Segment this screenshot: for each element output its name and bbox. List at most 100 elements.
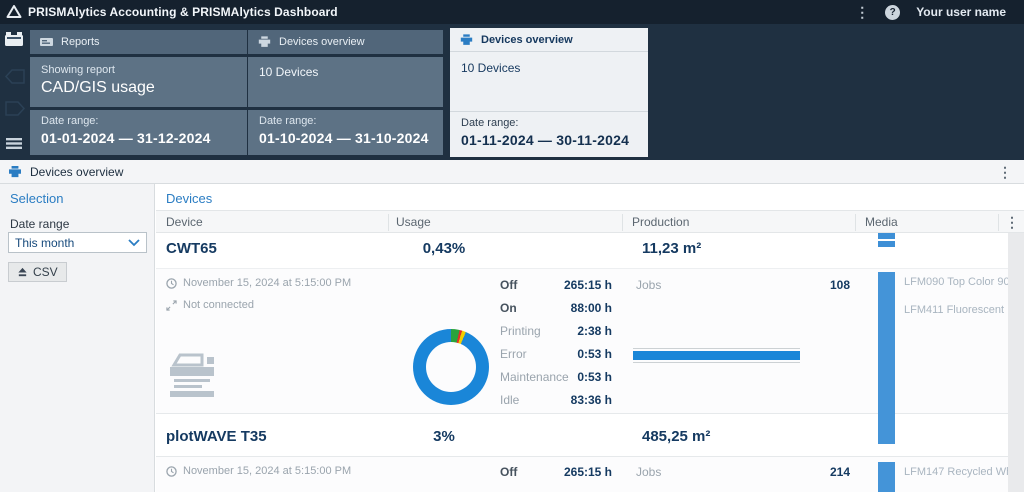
status-value: 83:36 h	[522, 393, 612, 407]
device-usage: 0,43%	[394, 240, 494, 257]
card-reports[interactable]: Reports Showing report CAD/GIS usage Dat…	[30, 30, 247, 155]
media-mini-bar	[878, 241, 895, 247]
arrow-left-icon[interactable]	[4, 68, 26, 85]
device-production: 485,25 m²	[642, 428, 710, 445]
arrow-right-icon[interactable]	[4, 100, 26, 117]
user-menu[interactable]: Your user name	[916, 5, 1006, 19]
date-range-value: 01-11-2024 — 30-11-2024	[461, 132, 637, 148]
vertical-scrollbar[interactable]	[1008, 233, 1024, 492]
hamburger-menu-icon[interactable]	[5, 137, 23, 150]
card-value: 10 Devices	[259, 65, 432, 79]
card-devices-header: Devices overview	[450, 28, 648, 52]
csv-button-label: CSV	[33, 265, 58, 279]
selection-panel: Selection Date range This month CSV	[0, 184, 155, 492]
date-range-label: Date range:	[461, 117, 637, 129]
report-icon	[40, 37, 53, 48]
help-icon[interactable]: ?	[885, 5, 900, 20]
clock-icon	[166, 466, 177, 477]
status-value: 88:00 h	[522, 301, 612, 315]
section-title: Devices overview	[30, 165, 123, 179]
column-divider	[998, 214, 999, 231]
jobs-bar-chart	[633, 348, 800, 363]
card-devices-footer: Date range: 01-10-2024 — 31-10-2024	[248, 110, 443, 155]
timestamp: November 15, 2024 at 5:15:00 PM	[183, 465, 351, 477]
date-range-label: Date range	[10, 217, 69, 231]
column-production: Production	[632, 215, 689, 229]
topbar-menu-icon[interactable]: ⋮	[855, 5, 869, 19]
date-range-select[interactable]: This month	[8, 232, 147, 253]
dashboard-strip: Reports Showing report CAD/GIS usage Dat…	[0, 24, 1024, 160]
date-range-label: Date range:	[41, 115, 236, 127]
timestamp: November 15, 2024 at 5:15:00 PM	[183, 277, 351, 289]
card-devices-header: Devices overview	[248, 30, 443, 54]
column-divider	[855, 214, 856, 231]
status-value: 2:38 h	[522, 324, 612, 338]
media-name: LFM411 Fluorescent Paper	[904, 304, 1008, 316]
card-reports-header: Reports	[30, 30, 247, 54]
status-label: Off	[500, 278, 517, 292]
jobs-label: Jobs	[636, 465, 661, 479]
column-media: Media	[865, 215, 898, 229]
status-label: Off	[500, 465, 517, 479]
column-divider	[622, 214, 623, 231]
card-title: Reports	[61, 36, 100, 48]
card-reports-body: Showing report CAD/GIS usage	[30, 57, 247, 107]
overview-menu-icon[interactable]: ⋮	[998, 165, 1016, 179]
chevron-down-icon	[128, 239, 140, 247]
card-devices-october[interactable]: Devices overview 10 Devices Date range: …	[248, 30, 443, 155]
printer-icon	[258, 36, 271, 48]
status-value: 265:15 h	[522, 465, 612, 479]
topbar-actions: ⋮ ? Your user name	[855, 5, 1018, 20]
status-label: Idle	[500, 393, 519, 407]
date-range-value: 01-10-2024 — 31-10-2024	[259, 130, 432, 146]
date-range-label: Date range:	[259, 115, 432, 127]
column-divider	[388, 214, 389, 231]
table-header: Device Usage Production Media ⋮	[156, 210, 1024, 233]
table-menu-icon[interactable]: ⋮	[1005, 215, 1019, 229]
selection-title: Selection	[10, 191, 63, 206]
media-usage-bar	[878, 272, 895, 444]
column-device: Device	[166, 215, 203, 229]
media-mini-bar	[878, 233, 895, 239]
connection-status: Not connected	[183, 299, 254, 311]
media-name: LFM147 Recycled White	[904, 466, 1008, 478]
card-subtitle: Showing report	[41, 64, 236, 76]
app-title: PRISMAlytics Accounting & PRISMAlytics D…	[28, 5, 338, 19]
clock-icon	[166, 278, 177, 289]
devices-title: Devices	[166, 191, 212, 206]
devices-table: Devices Device Usage Production Media ⋮ …	[156, 184, 1024, 492]
jobs-count: 214	[776, 465, 850, 479]
printer-icon	[8, 166, 22, 178]
date-range-value: 01-01-2024 — 31-12-2024	[41, 130, 236, 146]
card-devices-november-selected[interactable]: Devices overview 10 Devices Date range: …	[450, 28, 648, 157]
card-title: Devices overview	[279, 36, 365, 48]
export-icon	[17, 267, 28, 278]
card-devices-body: 10 Devices	[450, 52, 648, 112]
dashboard-rail-icon[interactable]	[5, 32, 24, 47]
printer-icon	[460, 34, 473, 46]
device-name[interactable]: CWT65	[166, 240, 217, 257]
jobs-label: Jobs	[636, 278, 661, 292]
jobs-bar-fill	[633, 351, 800, 360]
device-production: 11,23 m²	[642, 240, 701, 257]
timestamp-line: November 15, 2024 at 5:15:00 PM	[166, 277, 351, 289]
topbar: PRISMAlytics Accounting & PRISMAlytics D…	[0, 0, 1024, 24]
not-connected-icon	[166, 300, 177, 311]
status-value: 0:53 h	[522, 370, 612, 384]
column-usage: Usage	[396, 215, 431, 229]
plotter-printer-icon	[168, 353, 220, 399]
status-value: 265:15 h	[522, 278, 612, 292]
card-devices-footer: Date range: 01-11-2024 — 30-11-2024	[450, 112, 648, 157]
timestamp-line: November 15, 2024 at 5:15:00 PM	[166, 465, 351, 477]
status-label: On	[500, 301, 517, 315]
card-reports-footer: Date range: 01-01-2024 — 31-12-2024	[30, 110, 247, 155]
media-name: LFM090 Top Color 90gsm	[904, 276, 1008, 288]
card-value: 10 Devices	[461, 61, 637, 75]
csv-export-button[interactable]: CSV	[8, 262, 67, 282]
jobs-count: 108	[776, 278, 850, 292]
status-value: 0:53 h	[522, 347, 612, 361]
prisma-logo-icon	[6, 4, 22, 20]
device-name[interactable]: plotWAVE T35	[166, 428, 267, 445]
media-usage-bar	[878, 462, 895, 492]
date-range-selected-value: This month	[15, 236, 128, 250]
